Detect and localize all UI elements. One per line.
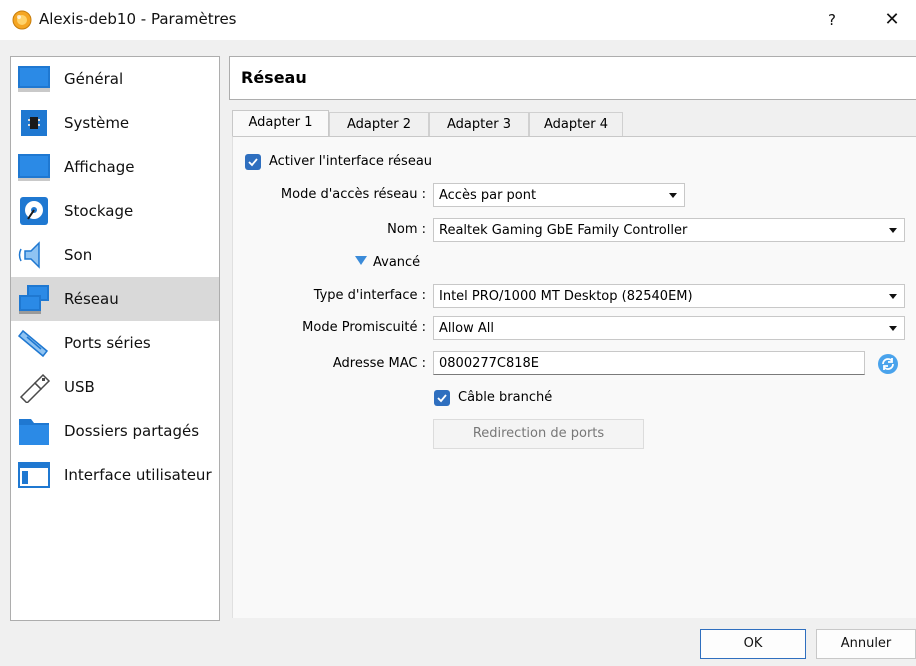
serial-ports-icon: [17, 329, 49, 358]
check-icon: [248, 158, 258, 167]
sidebar-item-system[interactable]: Système: [11, 101, 219, 145]
adapter-type-label: Type d'interface :: [313, 288, 426, 303]
promiscuous-mode-value: Allow All: [439, 321, 494, 336]
sidebar-item-general[interactable]: Général: [11, 57, 219, 101]
chevron-down-icon: [669, 193, 677, 198]
check-icon: [437, 394, 447, 403]
sidebar-item-label: Ports séries: [64, 334, 151, 352]
adapter-type-value: Intel PRO/1000 MT Desktop (82540EM): [439, 289, 693, 304]
chevron-down-icon: [889, 294, 897, 299]
system-icon: [21, 110, 47, 136]
window-title: Alexis-deb10 - Paramètres: [39, 10, 237, 28]
mac-address-value: 0800277C818E: [439, 356, 540, 371]
chevron-down-icon: [889, 228, 897, 233]
refresh-mac-icon[interactable]: [877, 353, 899, 375]
attached-to-label: Mode d'accès réseau :: [280, 187, 426, 202]
tab-adapter-4[interactable]: Adapter 4: [529, 112, 623, 137]
sidebar-item-label: Interface utilisateur: [64, 466, 212, 484]
sidebar-item-label: USB: [64, 378, 95, 396]
promiscuous-mode-select[interactable]: Allow All: [433, 316, 905, 340]
tab-adapter-1[interactable]: Adapter 1: [232, 110, 329, 138]
mac-address-label: Adresse MAC :: [332, 356, 426, 371]
sidebar-item-label: Affichage: [64, 158, 135, 176]
sidebar-item-label: Réseau: [64, 290, 119, 308]
sidebar-item-network[interactable]: Réseau: [11, 277, 219, 321]
shared-folders-icon: [19, 419, 49, 445]
cable-connected-checkbox[interactable]: [434, 390, 450, 406]
sidebar-item-label: Son: [64, 246, 93, 264]
sidebar-item-shared-folders[interactable]: Dossiers partagés: [11, 409, 219, 453]
ok-button[interactable]: OK: [700, 629, 806, 659]
adapter-name-value: Realtek Gaming GbE Family Controller: [439, 223, 688, 238]
usb-icon: [19, 373, 51, 403]
title-bar: Alexis-deb10 - Paramètres ? ✕: [0, 0, 916, 40]
port-forwarding-button[interactable]: Redirection de ports: [433, 419, 644, 449]
network-icon: [19, 285, 49, 314]
adapter-type-select[interactable]: Intel PRO/1000 MT Desktop (82540EM): [433, 284, 905, 308]
promiscuous-mode-label: Mode Promiscuité :: [302, 320, 426, 335]
panel-header: Réseau: [229, 56, 916, 100]
sidebar-item-serial-ports[interactable]: Ports séries: [11, 321, 219, 365]
chevron-down-icon: [889, 326, 897, 331]
tab-adapter-3[interactable]: Adapter 3: [429, 112, 529, 137]
sidebar-item-usb[interactable]: USB: [11, 365, 219, 409]
display-icon: [18, 154, 50, 181]
close-window-button[interactable]: ✕: [878, 6, 906, 34]
audio-icon: [18, 241, 40, 269]
mac-address-field[interactable]: 0800277C818E: [433, 351, 865, 375]
enable-adapter-label: Activer l'interface réseau: [269, 154, 433, 169]
sidebar-item-label: Général: [64, 70, 124, 88]
attached-to-select[interactable]: Accès par pont: [433, 183, 685, 207]
sidebar-item-storage[interactable]: Stockage: [11, 189, 219, 233]
settings-sidebar: Général Système Affichage Stockage Son R…: [10, 56, 220, 621]
enable-adapter-checkbox[interactable]: [245, 154, 261, 170]
attached-to-value: Accès par pont: [439, 188, 537, 203]
adapter-settings-pane: [232, 136, 916, 618]
adapter-name-select[interactable]: Realtek Gaming GbE Family Controller: [433, 218, 905, 242]
cable-connected-label: Câble branché: [458, 390, 553, 405]
adapter-name-label: Nom :: [387, 222, 426, 237]
page-title: Réseau: [241, 68, 307, 87]
cancel-button[interactable]: Annuler: [816, 629, 916, 659]
sidebar-item-display[interactable]: Affichage: [11, 145, 219, 189]
storage-icon: [20, 197, 48, 225]
help-button[interactable]: ?: [818, 6, 846, 34]
sidebar-item-label: Système: [64, 114, 130, 132]
sidebar-item-label: Stockage: [64, 202, 134, 220]
tab-adapter-2[interactable]: Adapter 2: [329, 112, 429, 137]
sidebar-item-label: Dossiers partagés: [64, 422, 200, 440]
sidebar-item-audio[interactable]: Son: [11, 233, 219, 277]
advanced-toggle[interactable]: Avancé: [373, 255, 420, 270]
general-icon: [18, 66, 50, 92]
virtualbox-app-icon: [12, 10, 32, 30]
sidebar-item-user-interface[interactable]: Interface utilisateur: [11, 453, 219, 497]
expand-advanced-icon[interactable]: [355, 256, 367, 265]
user-interface-icon: [18, 462, 50, 488]
